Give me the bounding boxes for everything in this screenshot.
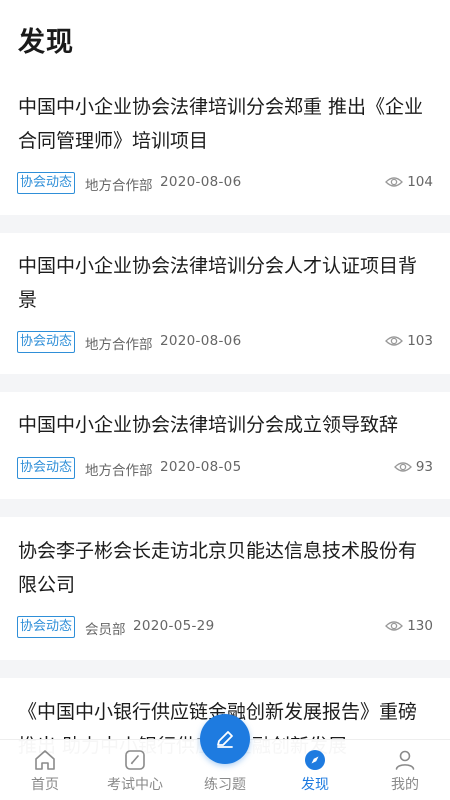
eye-icon	[385, 336, 404, 346]
eye-icon	[393, 462, 412, 472]
tab-discover[interactable]: 发现	[270, 740, 360, 800]
divider	[0, 499, 450, 517]
article-meta: 协会动态 地方合作部 2020-08-06 103	[17, 331, 433, 353]
view-count: 130	[385, 618, 433, 634]
user-icon	[395, 750, 415, 770]
tab-mine[interactable]: 我的	[360, 740, 450, 800]
view-count: 103	[385, 333, 433, 349]
category-tag: 协会动态	[17, 616, 76, 638]
eye-icon	[385, 177, 404, 187]
department-label: 会员部	[85, 622, 126, 638]
publish-date: 2020-08-06	[160, 333, 242, 349]
exam-icon	[125, 750, 145, 770]
article-title[interactable]: 中国中小企业协会法律培训分会人才认证项目背景	[18, 249, 432, 317]
divider	[0, 660, 450, 678]
pen-icon	[217, 731, 233, 748]
article-meta: 协会动态 地方合作部 2020-08-06 104	[17, 172, 433, 194]
view-count: 93	[393, 459, 433, 475]
header: 发现	[0, 0, 450, 78]
article-title[interactable]: 中国中小企业协会法律培训分会郑重 推出《企业合同管理师》培训项目	[18, 90, 432, 158]
eye-icon	[385, 621, 404, 631]
category-tag: 协会动态	[17, 457, 76, 479]
article-card[interactable]: 中国中小企业协会法律培训分会郑重 推出《企业合同管理师》培训项目 协会动态 地方…	[0, 78, 450, 215]
tab-home[interactable]: 首页	[0, 740, 90, 800]
article-card[interactable]: 中国中小企业协会法律培训分会人才认证项目背景 协会动态 地方合作部 2020-0…	[0, 233, 450, 374]
article-card[interactable]: 协会李子彬会长走访北京贝能达信息技术股份有限公司 协会动态 会员部 2020-0…	[0, 517, 450, 660]
home-icon	[35, 750, 55, 770]
article-title[interactable]: 协会李子彬会长走访北京贝能达信息技术股份有限公司	[18, 534, 432, 602]
tab-exam-center[interactable]: 考试中心	[90, 740, 180, 800]
divider	[0, 374, 450, 392]
publish-date: 2020-05-29	[133, 618, 215, 634]
department-label: 地方合作部	[85, 337, 153, 353]
article-meta: 协会动态 地方合作部 2020-08-05 93	[17, 457, 433, 479]
page-title: 发现	[18, 27, 74, 58]
department-label: 地方合作部	[85, 463, 153, 479]
compass-icon	[305, 750, 325, 770]
publish-date: 2020-08-05	[160, 459, 242, 475]
category-tag: 协会动态	[17, 172, 76, 194]
article-title[interactable]: 中国中小企业协会法律培训分会成立领导致辞	[18, 408, 432, 442]
department-label: 地方合作部	[85, 178, 153, 194]
practice-fab-button[interactable]	[200, 714, 250, 764]
article-meta: 协会动态 会员部 2020-05-29 130	[17, 616, 433, 638]
view-count: 104	[385, 174, 433, 190]
publish-date: 2020-08-06	[160, 174, 242, 190]
category-tag: 协会动态	[17, 331, 76, 353]
divider	[0, 215, 450, 233]
article-card[interactable]: 中国中小企业协会法律培训分会成立领导致辞 协会动态 地方合作部 2020-08-…	[0, 392, 450, 499]
